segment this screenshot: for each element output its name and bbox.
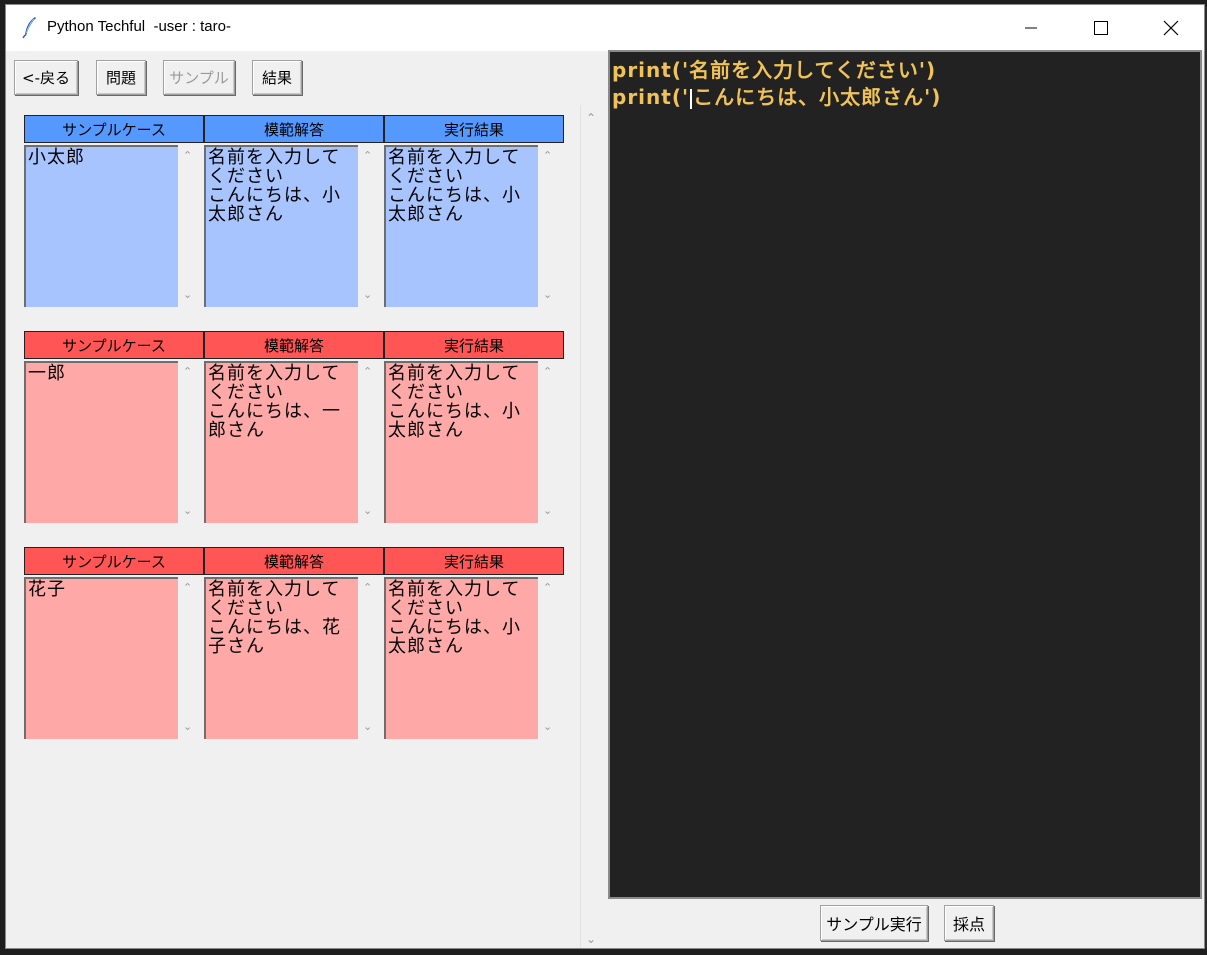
header-model-answer: 模範解答 — [204, 547, 384, 575]
cell-scrollbar[interactable]: ⌃ ⌄ — [538, 145, 558, 307]
close-icon — [1163, 20, 1179, 36]
scroll-down-icon[interactable]: ⌄ — [363, 288, 372, 301]
header-sample-case: サンプルケース — [24, 115, 204, 143]
cell-scrollbar[interactable]: ⌃ ⌄ — [538, 577, 558, 739]
sample-input-cell[interactable]: 一郎 — [24, 361, 178, 523]
scroll-up-icon[interactable]: ⌃ — [183, 581, 192, 594]
code-editor[interactable]: print('名前を入力してください') print(' こんにちは、小太郎さん'… — [608, 50, 1202, 899]
text-cursor — [690, 88, 693, 109]
feather-icon — [18, 15, 42, 39]
result-button[interactable]: 結果 — [252, 60, 302, 95]
scroll-down-icon[interactable]: ⌄ — [543, 720, 552, 733]
code-line-2-end: こんにちは、小太郎さん') — [693, 85, 942, 109]
close-button[interactable] — [1136, 5, 1206, 51]
model-answer-cell[interactable]: 名前を入力してください こんにちは、小太郎さん — [204, 145, 358, 307]
cell-scrollbar[interactable]: ⌃ ⌄ — [358, 145, 378, 307]
app-window: Python Techful -user : taro- <-戻る 問題 サンプ… — [5, 4, 1205, 949]
header-sample-case: サンプルケース — [24, 331, 204, 359]
scroll-down-icon[interactable]: ⌄ — [543, 504, 552, 517]
scroll-up-icon[interactable]: ⌃ — [543, 149, 552, 162]
exec-result-cell[interactable]: 名前を入力してください こんにちは、小太郎さん — [384, 145, 538, 307]
scroll-up-icon[interactable]: ⌃ — [183, 365, 192, 378]
scroll-up-icon[interactable]: ⌃ — [363, 581, 372, 594]
header-exec-result: 実行結果 — [384, 115, 564, 143]
scroll-down-icon[interactable]: ⌄ — [543, 288, 552, 301]
scroll-down-icon[interactable]: ⌄ — [183, 504, 192, 517]
back-button[interactable]: <-戻る — [14, 60, 78, 95]
test-case-group: サンプルケース 小太郎 ⌃ ⌄ 模範解答 名前を入力してください こんにちは、小太郎さん ⌃… — [24, 115, 564, 310]
test-case-group: サンプルケース 花子 ⌃ ⌄ 模範解答 名前を入力してください こんにちは、花子さん ⌃ ⌄ 実… — [24, 547, 564, 742]
model-answer-cell[interactable]: 名前を入力してください こんにちは、一郎さん — [204, 361, 358, 523]
header-model-answer: 模範解答 — [204, 115, 384, 143]
scroll-down-icon[interactable]: ⌄ — [363, 504, 372, 517]
cell-scrollbar[interactable]: ⌃ ⌄ — [358, 577, 378, 739]
header-exec-result: 実行結果 — [384, 331, 564, 359]
code-line-2-start: print(' — [612, 85, 690, 109]
sample-input-cell[interactable]: 小太郎 — [24, 145, 178, 307]
scroll-up-icon[interactable]: ⌃ — [543, 365, 552, 378]
exec-result-cell[interactable]: 名前を入力してください こんにちは、小太郎さん — [384, 577, 538, 739]
scroll-down-icon[interactable]: ⌄ — [363, 720, 372, 733]
sample-input-cell[interactable]: 花子 — [24, 577, 178, 739]
test-case-group: サンプルケース 一郎 ⌃ ⌄ 模範解答 名前を入力してください こんにちは、一郎さん ⌃ ⌄ 実… — [24, 331, 564, 526]
cases-scrollbar[interactable]: ⌃ ⌄ — [580, 105, 603, 948]
scroll-up-icon[interactable]: ⌃ — [363, 149, 372, 162]
scroll-down-icon[interactable]: ⌄ — [183, 720, 192, 733]
title-bar: Python Techful -user : taro- — [6, 5, 1204, 51]
maximize-icon — [1094, 21, 1108, 35]
header-model-answer: 模範解答 — [204, 331, 384, 359]
scroll-up-icon[interactable]: ⌃ — [363, 365, 372, 378]
run-sample-button[interactable]: サンプル実行 — [820, 905, 928, 941]
cell-scrollbar[interactable]: ⌃ ⌄ — [178, 145, 198, 307]
cell-scrollbar[interactable]: ⌃ ⌄ — [358, 361, 378, 523]
header-exec-result: 実行結果 — [384, 547, 564, 575]
grade-button[interactable]: 採点 — [944, 905, 994, 941]
scroll-down-icon[interactable]: ⌄ — [586, 932, 596, 946]
cell-scrollbar[interactable]: ⌃ ⌄ — [178, 361, 198, 523]
code-line-1: print('名前を入力してください') — [612, 58, 937, 82]
bottom-bar: サンプル実行 採点 — [608, 899, 1202, 948]
header-sample-case: サンプルケース — [24, 547, 204, 575]
scroll-up-icon[interactable]: ⌃ — [586, 111, 596, 125]
cell-scrollbar[interactable]: ⌃ ⌄ — [178, 577, 198, 739]
background-editor-bottom — [0, 948, 1207, 955]
scroll-up-icon[interactable]: ⌃ — [183, 149, 192, 162]
minimize-button[interactable] — [996, 5, 1066, 51]
maximize-button[interactable] — [1066, 5, 1136, 51]
problem-button[interactable]: 問題 — [96, 60, 146, 95]
scroll-down-icon[interactable]: ⌄ — [183, 288, 192, 301]
scroll-up-icon[interactable]: ⌃ — [543, 581, 552, 594]
sample-button[interactable]: サンプル — [163, 60, 235, 95]
window-title: Python Techful -user : taro- — [47, 18, 231, 35]
cell-scrollbar[interactable]: ⌃ ⌄ — [538, 361, 558, 523]
code-line-2: print(' こんにちは、小太郎さん') — [612, 84, 1198, 111]
exec-result-cell[interactable]: 名前を入力してください こんにちは、小太郎さん — [384, 361, 538, 523]
minimize-icon — [1025, 27, 1037, 29]
model-answer-cell[interactable]: 名前を入力してください こんにちは、花子さん — [204, 577, 358, 739]
